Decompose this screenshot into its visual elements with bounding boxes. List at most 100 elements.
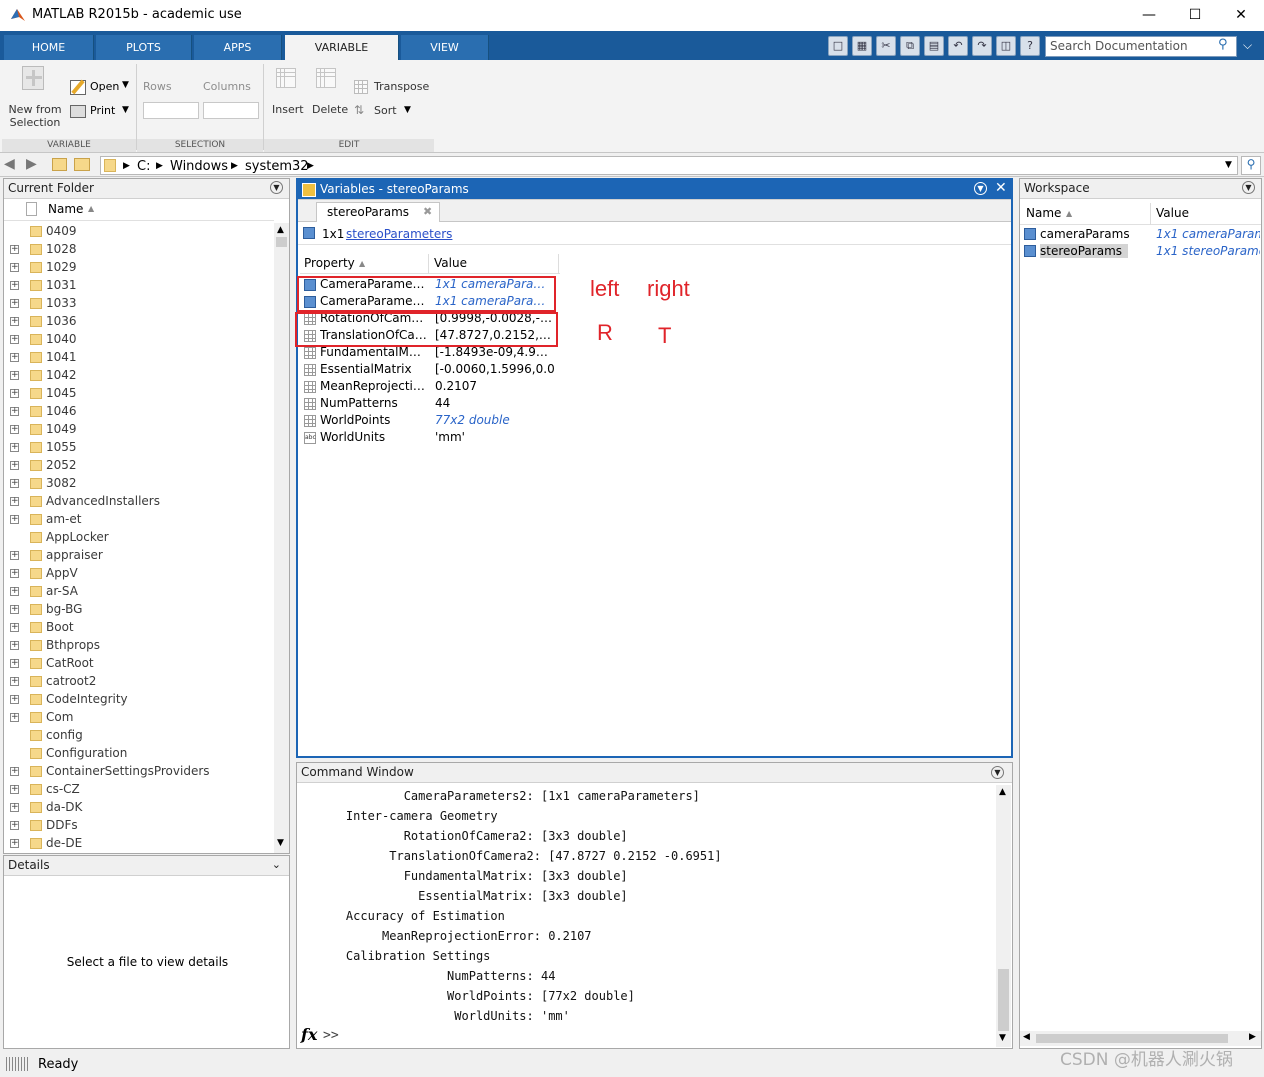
chevron-down-icon[interactable]: ⌄ — [272, 858, 281, 871]
scroll-up-icon[interactable]: ▲ — [999, 787, 1006, 797]
folder-item[interactable]: + appraiser — [4, 547, 274, 565]
workspace-variable-row[interactable]: cameraParams 1x1 cameraParameters — [1020, 226, 1261, 243]
rows-input[interactable] — [143, 102, 199, 119]
close-icon[interactable]: ✕ — [995, 180, 1007, 196]
folder-item[interactable]: +3082 — [4, 475, 274, 493]
panel-actions-icon[interactable]: ▼ — [270, 181, 283, 194]
folder-scrollbar[interactable]: ▲ ▼ — [274, 223, 289, 853]
property-value[interactable]: 77x2 double — [435, 413, 555, 427]
folder-item[interactable]: + Boot — [4, 619, 274, 637]
scroll-thumb[interactable] — [1036, 1034, 1228, 1043]
scroll-down-icon[interactable]: ▼ — [277, 838, 284, 848]
expand-icon[interactable]: + — [10, 443, 19, 452]
folder-item[interactable]: + CodeIntegrity — [4, 691, 274, 709]
switch-windows-icon[interactable]: ◫ — [996, 36, 1016, 56]
close-button[interactable]: ✕ — [1218, 0, 1264, 31]
tab-stereoparams[interactable]: stereoParams ✖ — [316, 202, 440, 222]
folder-item[interactable]: +1028 — [4, 241, 274, 259]
expand-icon[interactable]: + — [10, 659, 19, 668]
expand-icon[interactable]: + — [10, 785, 19, 794]
ws-name-column[interactable]: Name — [1026, 206, 1061, 220]
expand-icon[interactable]: + — [10, 461, 19, 470]
folder-item[interactable]: + Bthprops — [4, 637, 274, 655]
folder-item[interactable]: + ContainerSettingsProviders — [4, 763, 274, 781]
expand-icon[interactable]: + — [10, 641, 19, 650]
scroll-up-icon[interactable]: ▲ — [277, 225, 284, 235]
folder-item[interactable]: +1045 — [4, 385, 274, 403]
forward-icon[interactable]: ▶ — [26, 156, 37, 172]
expand-icon[interactable]: + — [10, 803, 19, 812]
transpose-button[interactable]: Transpose — [374, 80, 429, 93]
value-column[interactable]: Value — [434, 256, 467, 270]
folder-item[interactable]: + bg-BG — [4, 601, 274, 619]
maximize-button[interactable]: ☐ — [1172, 0, 1218, 31]
copy-icon[interactable]: ⧉ — [900, 36, 920, 56]
workspace-variable-row[interactable]: stereoParams 1x1 stereoParameters — [1020, 243, 1261, 260]
scroll-left-icon[interactable]: ◀ — [1023, 1032, 1030, 1042]
expand-icon[interactable]: + — [10, 695, 19, 704]
expand-icon[interactable]: + — [10, 839, 19, 848]
open-button[interactable]: Open — [90, 80, 119, 93]
fx-icon[interactable]: fx — [301, 1025, 317, 1044]
expand-icon[interactable]: + — [10, 713, 19, 722]
expand-icon[interactable]: + — [10, 551, 19, 560]
ws-value-column[interactable]: Value — [1156, 206, 1189, 220]
expand-icon[interactable]: + — [10, 587, 19, 596]
name-column[interactable]: Name — [48, 202, 83, 216]
crumb-arrow-icon[interactable]: ▶ — [156, 161, 163, 171]
folder-item[interactable]: + Com — [4, 709, 274, 727]
expand-icon[interactable]: + — [10, 623, 19, 632]
workspace-hscrollbar[interactable]: ◀ ▶ — [1020, 1031, 1261, 1046]
undo-icon[interactable]: ↶ — [948, 36, 968, 56]
scroll-thumb[interactable] — [276, 237, 287, 247]
search-icon[interactable]: ⚲ — [1218, 37, 1234, 53]
expand-icon[interactable]: + — [10, 317, 19, 326]
crumb-arrow-icon[interactable]: ▶ — [123, 161, 130, 171]
expand-icon[interactable]: + — [10, 515, 19, 524]
expand-icon[interactable]: + — [10, 767, 19, 776]
folder-item[interactable]: + catroot2 — [4, 673, 274, 691]
insert-button[interactable]: Insert — [272, 103, 304, 116]
delete-button[interactable]: Delete — [312, 103, 348, 116]
expand-icon[interactable]: + — [10, 245, 19, 254]
ribbon-collapse-icon[interactable]: ⌵ — [1243, 38, 1252, 53]
folder-item[interactable]: +1055 — [4, 439, 274, 457]
scroll-right-icon[interactable]: ▶ — [1249, 1032, 1256, 1042]
expand-icon[interactable]: + — [10, 335, 19, 344]
scroll-down-icon[interactable]: ▼ — [999, 1033, 1006, 1043]
expand-icon[interactable]: + — [10, 353, 19, 362]
redo-icon[interactable]: ↷ — [972, 36, 992, 56]
folder-item[interactable]: + CatRoot — [4, 655, 274, 673]
panel-actions-icon[interactable]: ▼ — [991, 766, 1004, 779]
expand-icon[interactable]: + — [10, 263, 19, 272]
folder-item[interactable]: + AdvancedInstallers — [4, 493, 274, 511]
command-prompt[interactable]: >> — [323, 1028, 339, 1043]
folder-item[interactable]: +1046 — [4, 403, 274, 421]
property-row[interactable]: EssentialMatrix [-0.0060,1.5996,0.0 — [300, 362, 560, 379]
folder-item[interactable]: + de-DE — [4, 835, 274, 853]
qat-new-icon[interactable]: □ — [828, 36, 848, 56]
tab-view[interactable]: VIEW — [401, 35, 489, 60]
panel-actions-icon[interactable]: ▼ — [974, 182, 987, 195]
search-documentation-input[interactable]: Search Documentation — [1045, 36, 1237, 57]
folder-item[interactable]: AppLocker — [4, 529, 274, 547]
stereoparameters-link[interactable]: stereoParameters — [346, 227, 452, 241]
folder-item[interactable]: +1036 — [4, 313, 274, 331]
search-folder-icon[interactable]: ⚲ — [1241, 156, 1261, 175]
new-from-selection-button[interactable]: New from Selection — [6, 103, 64, 129]
print-button[interactable]: Print — [90, 104, 115, 117]
crumb-c[interactable]: C: — [137, 159, 150, 174]
folder-item[interactable]: + cs-CZ — [4, 781, 274, 799]
tab-home[interactable]: HOME — [4, 35, 94, 60]
property-row[interactable]: WorldPoints 77x2 double — [300, 413, 560, 430]
folder-item[interactable]: Configuration — [4, 745, 274, 763]
sort-button[interactable]: Sort — [374, 104, 397, 117]
expand-icon[interactable]: + — [10, 371, 19, 380]
folder-item[interactable]: + am-et — [4, 511, 274, 529]
expand-icon[interactable]: + — [10, 605, 19, 614]
crumb-arrow-icon[interactable]: ▶ — [231, 161, 238, 171]
expand-icon[interactable]: + — [10, 821, 19, 830]
save-icon[interactable]: ▦ — [852, 36, 872, 56]
expand-icon[interactable]: + — [10, 281, 19, 290]
browse-folder-icon[interactable] — [74, 158, 90, 171]
